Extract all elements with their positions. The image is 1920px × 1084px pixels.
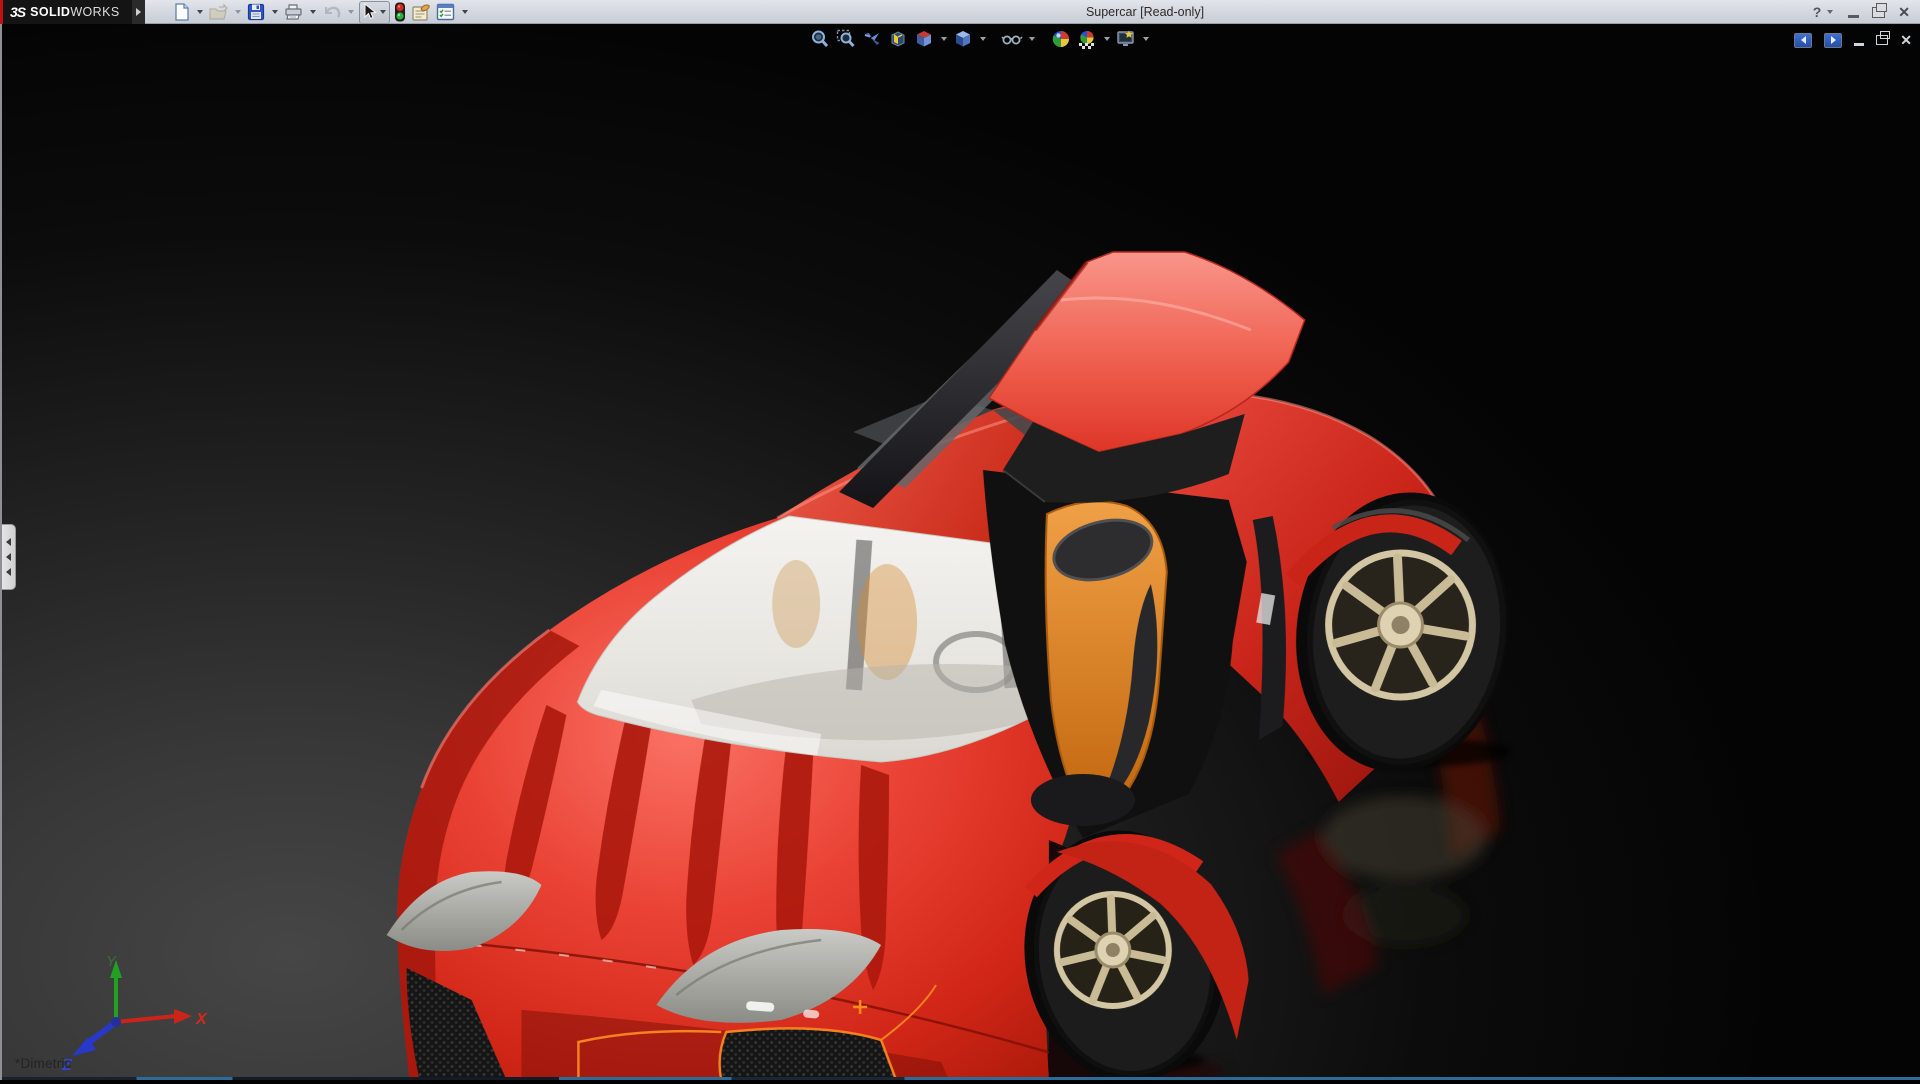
view-orientation-button[interactable] (912, 28, 936, 50)
titlebar: 3S SOLIDWORKS (0, 0, 1920, 24)
car-3d-model[interactable] (2, 24, 1920, 1080)
view-settings-icon (1116, 29, 1136, 49)
zoom-to-fit-button[interactable] (808, 28, 832, 50)
solidworks-logo: 3S SOLIDWORKS (0, 0, 132, 24)
save-dropdown[interactable] (269, 2, 280, 22)
select-cursor-icon (361, 3, 377, 21)
minimize-button[interactable] (1848, 15, 1859, 18)
new-document-dropdown[interactable] (194, 2, 205, 22)
collapse-arrow-icon (6, 553, 11, 561)
options-button[interactable] (435, 1, 456, 23)
triad-x-label: X (195, 1011, 208, 1028)
undo-button[interactable] (321, 1, 342, 23)
file-properties-icon (411, 3, 431, 22)
traffic-light-icon (394, 2, 406, 22)
undo-dropdown[interactable] (345, 2, 356, 22)
open-folder-icon (209, 3, 228, 21)
collapse-arrow-icon (6, 568, 11, 576)
view-orientation-icon (914, 29, 934, 49)
feature-manager-splitter[interactable] (2, 524, 16, 590)
restore-button[interactable] (1872, 7, 1885, 18)
heads-up-view-toolbar (808, 27, 1151, 51)
collapse-arrow-icon (6, 538, 11, 546)
graphics-viewport[interactable]: ✕ Y X Z *Dimetric (0, 24, 1920, 1080)
brand-name-light: WORKS (70, 5, 119, 19)
next-window-icon (1831, 36, 1836, 44)
options-dropdown[interactable] (459, 2, 470, 22)
edit-appearance-button[interactable] (1049, 28, 1073, 50)
apply-scene-dropdown[interactable] (1101, 29, 1112, 49)
view-settings-button[interactable] (1114, 28, 1138, 50)
apply-scene-icon (1076, 29, 1098, 49)
help-button[interactable]: ? (1813, 2, 1836, 22)
close-button[interactable]: ✕ (1898, 0, 1910, 24)
document-restore-button[interactable] (1876, 35, 1888, 45)
apply-scene-button[interactable] (1075, 28, 1099, 50)
zoom-to-fit-icon (810, 29, 830, 49)
view-orientation-dropdown[interactable] (938, 29, 949, 49)
right-lower-grille (720, 1028, 896, 1080)
print-button[interactable] (283, 1, 304, 23)
section-view-icon (888, 29, 908, 49)
menu-flyout-button[interactable] (132, 0, 145, 24)
hide-show-items-dropdown[interactable] (1026, 29, 1037, 49)
display-style-icon (953, 29, 973, 49)
view-orientation-label: *Dimetric (15, 1056, 72, 1071)
flyout-arrow-icon (136, 8, 141, 16)
hide-show-items-icon (1001, 29, 1023, 49)
print-dropdown[interactable] (307, 2, 318, 22)
display-style-button[interactable] (951, 28, 975, 50)
main-toolbar (172, 0, 470, 24)
undo-icon (322, 3, 341, 21)
save-button[interactable] (246, 1, 266, 23)
help-dropdown[interactable] (1824, 2, 1835, 22)
new-document-icon (173, 3, 190, 21)
document-close-button[interactable]: ✕ (1900, 29, 1912, 51)
previous-window-icon (1801, 36, 1806, 44)
dassault-3ds-logo-icon: 3S (10, 4, 25, 20)
file-properties-button[interactable] (410, 1, 432, 23)
rebuild-traffic-light-button[interactable] (393, 1, 407, 23)
options-icon (436, 3, 455, 21)
logo-accent-stripe (0, 0, 3, 24)
hide-show-items-button[interactable] (1000, 28, 1024, 50)
help-icon: ? (1813, 4, 1822, 20)
window-title: Supercar [Read-only] (1040, 0, 1250, 24)
next-window-button[interactable] (1824, 33, 1842, 48)
section-view-button[interactable] (886, 28, 910, 50)
new-document-button[interactable] (172, 1, 191, 23)
save-floppy-icon (247, 3, 265, 21)
previous-view-icon (862, 29, 882, 49)
brand-name-bold: SOLID (30, 5, 70, 19)
document-window-controls: ✕ (1794, 29, 1912, 51)
open-dropdown[interactable] (232, 2, 243, 22)
zoom-to-area-icon (836, 29, 856, 49)
zoom-to-area-button[interactable] (834, 28, 858, 50)
select-dropdown[interactable] (377, 2, 388, 22)
window-controls: ? ✕ (1813, 0, 1910, 24)
edit-appearance-icon (1051, 29, 1071, 49)
display-style-dropdown[interactable] (977, 29, 988, 49)
open-button[interactable] (208, 1, 229, 23)
solidworks-window: 3S SOLIDWORKS (0, 0, 1920, 1080)
view-settings-dropdown[interactable] (1140, 29, 1151, 49)
previous-window-button[interactable] (1794, 33, 1812, 48)
print-icon (284, 3, 303, 21)
select-button[interactable] (359, 1, 390, 24)
previous-view-button[interactable] (860, 28, 884, 50)
document-minimize-button[interactable] (1854, 43, 1864, 46)
